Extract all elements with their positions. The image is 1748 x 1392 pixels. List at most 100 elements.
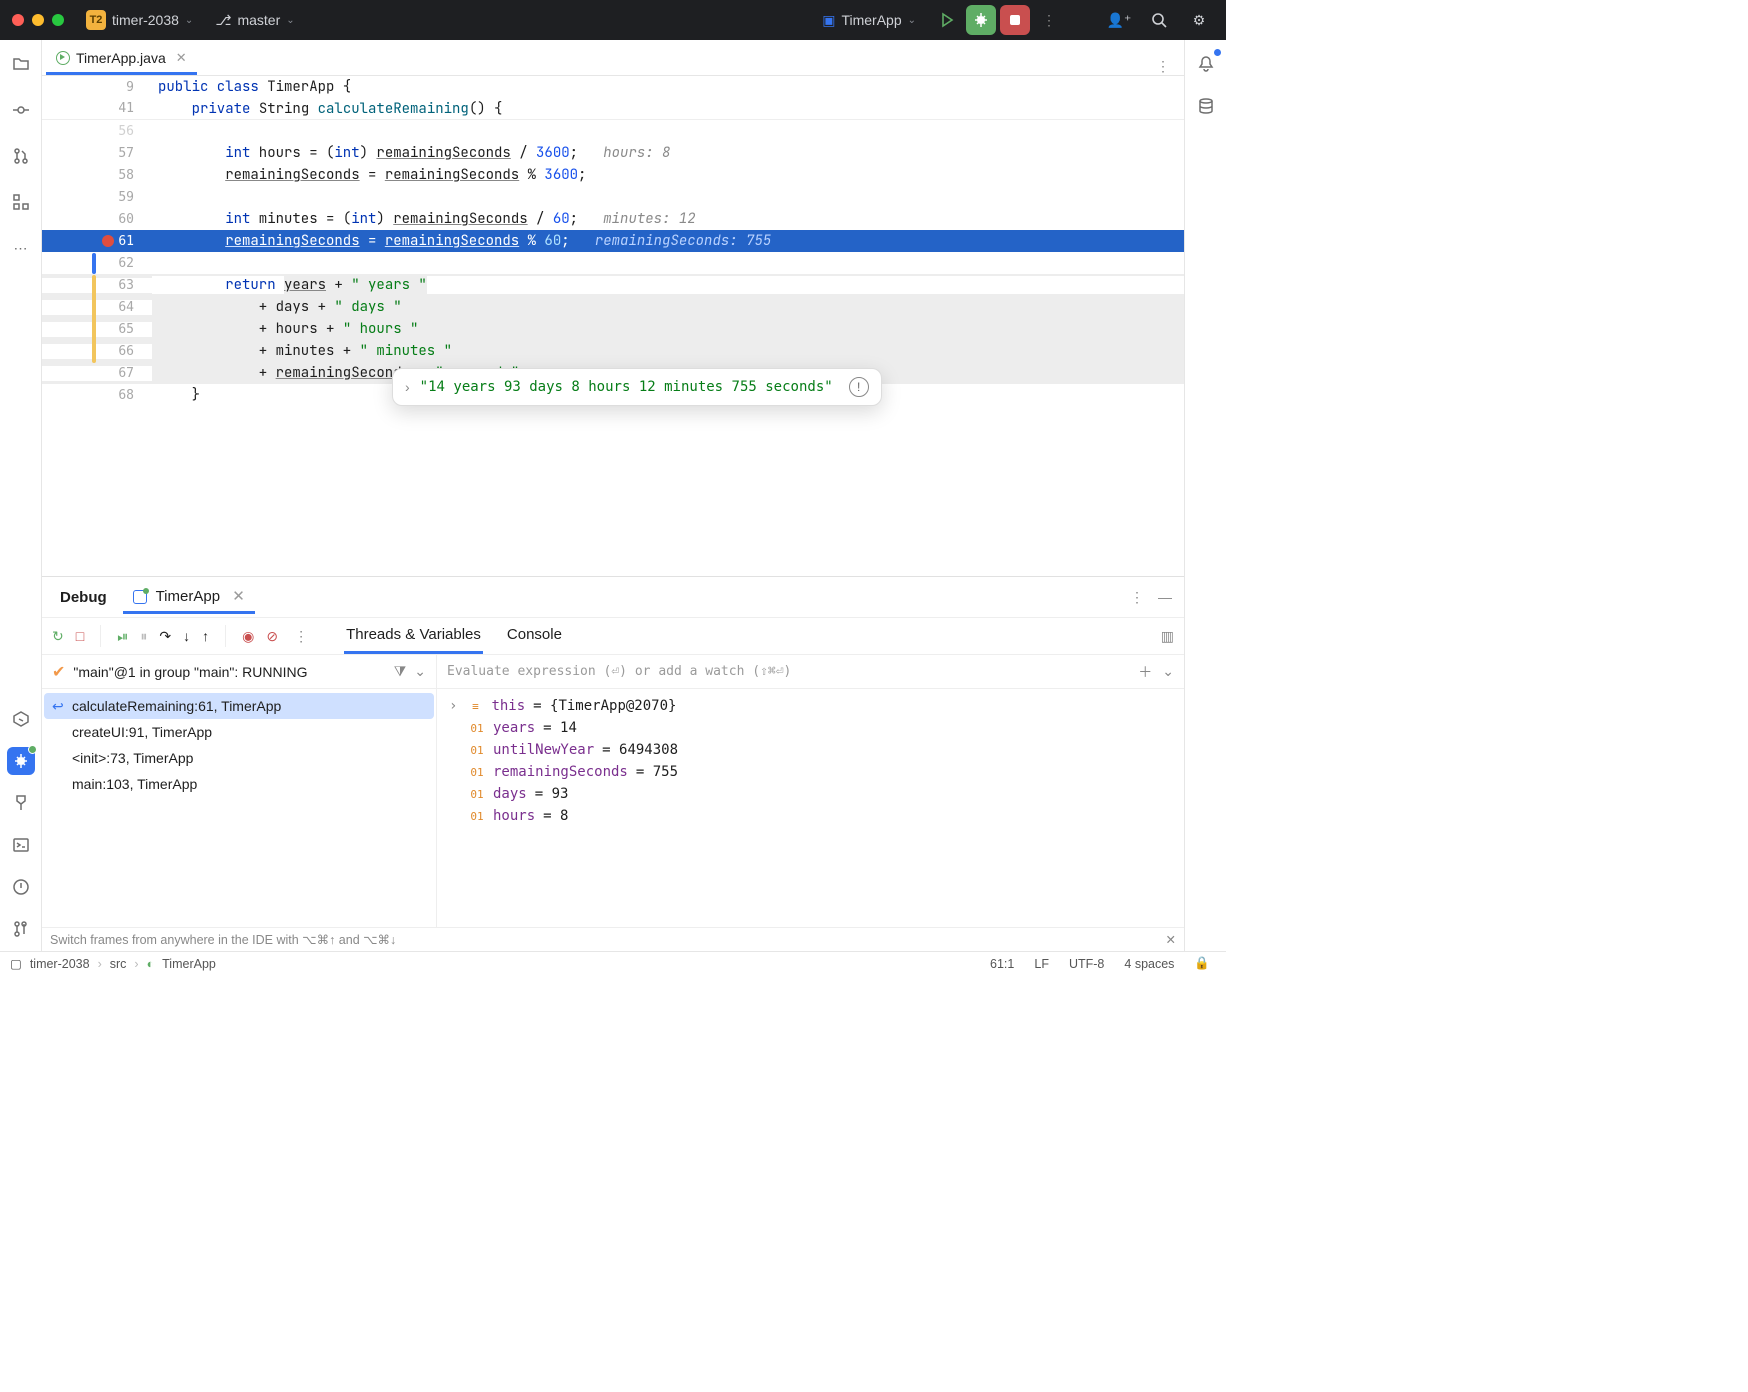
problems-icon[interactable]: [7, 873, 35, 901]
run-config-name: TimerApp: [841, 12, 901, 28]
thread-ok-icon: ✔: [52, 662, 65, 682]
evaluate-input[interactable]: Evaluate expression (⏎) or add a watch (…: [447, 664, 791, 679]
maximize-window-icon[interactable]: [52, 14, 64, 26]
search-icon[interactable]: [1144, 5, 1174, 35]
java-run-icon: [56, 51, 70, 65]
session-icon: [133, 590, 147, 604]
variable-row[interactable]: 01remainingSeconds = 755: [437, 761, 1184, 783]
code-with-me-icon[interactable]: 👤⁺: [1104, 5, 1134, 35]
step-out-icon[interactable]: ↑: [202, 628, 209, 644]
more-tools-icon[interactable]: ⋯: [7, 234, 35, 262]
thread-status: "main"@1 in group "main": RUNNING: [73, 664, 307, 680]
breadcrumb[interactable]: src: [110, 957, 127, 971]
run-config-icon: ▣: [822, 12, 835, 29]
frames-panel: ✔ "main"@1 in group "main": RUNNING ⧩ ⌄ …: [42, 655, 437, 927]
debug-button[interactable]: [966, 5, 996, 35]
file-tab[interactable]: TimerApp.java ✕: [46, 44, 197, 75]
breadcrumb[interactable]: TimerApp: [162, 957, 216, 971]
debug-tool-icon[interactable]: [7, 747, 35, 775]
services-icon[interactable]: [7, 705, 35, 733]
threads-tab[interactable]: Threads & Variables: [344, 618, 483, 654]
more-actions-icon[interactable]: ⋮: [1034, 5, 1064, 35]
minimize-panel-icon[interactable]: —: [1154, 585, 1176, 609]
run-button[interactable]: [932, 5, 962, 35]
step-into-icon[interactable]: ↓: [183, 628, 190, 644]
breadcrumb-icon: ▢: [10, 956, 22, 971]
readonly-icon[interactable]: 🔒: [1188, 956, 1216, 971]
panel-menu-icon[interactable]: ⋮: [1126, 585, 1148, 610]
close-tab-icon[interactable]: ✕: [176, 50, 187, 66]
chevron-down-icon: ⌄: [908, 15, 916, 26]
variables-panel: Evaluate expression (⏎) or add a watch (…: [437, 655, 1184, 927]
settings-icon[interactable]: ⚙: [1184, 5, 1214, 35]
debug-tool-window: Debug TimerApp ✕ ⋮ — ↻ □ ⏯ ⏸ ↷ ↓ ↑: [42, 576, 1184, 951]
breakpoint-icon[interactable]: [102, 235, 114, 247]
stop-icon[interactable]: □: [76, 628, 84, 644]
window-controls: [12, 14, 64, 26]
expand-icon[interactable]: ›: [405, 379, 410, 395]
tip-bar: Switch frames from anywhere in the IDE w…: [42, 927, 1184, 951]
filter-icon[interactable]: ⧩: [394, 663, 407, 680]
encoding[interactable]: UTF-8: [1063, 957, 1110, 971]
run-config-selector[interactable]: ▣ TimerApp ⌄: [816, 8, 922, 33]
pause-icon[interactable]: ⏸: [140, 628, 147, 645]
close-tip-icon[interactable]: ✕: [1166, 932, 1176, 947]
branch-icon: ⎇: [215, 12, 231, 29]
thread-chevron-icon[interactable]: ⌄: [414, 663, 426, 680]
tooltip-value: "14 years 93 days 8 hours 12 minutes 755…: [420, 379, 833, 395]
title-bar: T2 timer-2038 ⌄ ⎇ master ⌄ ▣ TimerApp ⌄ …: [0, 0, 1226, 40]
build-tool-icon[interactable]: [7, 789, 35, 817]
caret-position[interactable]: 61:1: [984, 957, 1020, 971]
pull-requests-icon[interactable]: [7, 142, 35, 170]
console-tab[interactable]: Console: [505, 618, 564, 654]
info-icon[interactable]: !: [849, 377, 869, 397]
view-breakpoints-icon[interactable]: ◉: [242, 628, 254, 645]
variable-row[interactable]: 01days = 93: [437, 783, 1184, 805]
line-ending[interactable]: LF: [1028, 957, 1055, 971]
commit-tool-icon[interactable]: [7, 96, 35, 124]
step-over-icon[interactable]: ↷: [159, 628, 171, 645]
status-bar: ▢ timer-2038› src› ◐ TimerApp 61:1 LF UT…: [0, 951, 1226, 975]
stack-frame[interactable]: calculateRemaining:61, TimerApp: [44, 693, 434, 719]
variable-row[interactable]: ›≡this = {TimerApp@2070}: [437, 695, 1184, 717]
structure-tool-icon[interactable]: [7, 188, 35, 216]
debug-session-tab[interactable]: TimerApp ✕: [123, 581, 255, 614]
editor-tabs: TimerApp.java ✕ ⋮: [42, 40, 1184, 76]
breadcrumb[interactable]: timer-2038: [30, 957, 90, 971]
mute-breakpoints-icon[interactable]: ⊘: [266, 628, 278, 645]
debug-more-icon[interactable]: ⋮: [294, 628, 308, 645]
notifications-icon[interactable]: [1192, 50, 1220, 78]
project-tool-icon[interactable]: [7, 50, 35, 78]
add-watch-icon[interactable]: ＋: [1138, 662, 1152, 682]
stack-frame[interactable]: createUI:91, TimerApp: [44, 719, 434, 745]
project-badge: T2: [86, 10, 106, 30]
database-tool-icon[interactable]: [1192, 92, 1220, 120]
right-tool-rail: [1184, 40, 1226, 951]
variable-row[interactable]: 01hours = 8: [437, 805, 1184, 827]
vcs-branch[interactable]: ⎇ master ⌄: [209, 8, 300, 33]
resume-icon[interactable]: ⏯: [117, 628, 128, 645]
terminal-icon[interactable]: [7, 831, 35, 859]
stack-frame[interactable]: <init>:73, TimerApp: [44, 745, 434, 771]
expand-icon[interactable]: ›: [449, 698, 457, 714]
close-session-icon[interactable]: ✕: [232, 588, 245, 605]
indent[interactable]: 4 spaces: [1118, 957, 1180, 971]
debug-title: Debug: [50, 583, 117, 612]
stop-button[interactable]: [1000, 5, 1030, 35]
chevron-down-icon: ⌄: [286, 15, 294, 26]
tab-menu-icon[interactable]: ⋮: [1146, 58, 1180, 75]
vars-chevron-icon[interactable]: ⌄: [1162, 663, 1174, 680]
project-selector[interactable]: T2 timer-2038 ⌄: [80, 6, 199, 34]
branch-name: master: [237, 12, 280, 28]
variable-row[interactable]: 01untilNewYear = 6494308: [437, 739, 1184, 761]
minimize-window-icon[interactable]: [32, 14, 44, 26]
layout-icon[interactable]: ▥: [1161, 628, 1174, 645]
close-window-icon[interactable]: [12, 14, 24, 26]
code-editor[interactable]: ✓ 9 public class TimerApp { 41 private S…: [42, 76, 1184, 576]
variable-row[interactable]: 01years = 14: [437, 717, 1184, 739]
current-execution-line: 61 remainingSeconds = remainingSeconds %…: [42, 230, 1184, 252]
vcs-tool-icon[interactable]: [7, 915, 35, 943]
stack-frame[interactable]: main:103, TimerApp: [44, 771, 434, 797]
left-tool-rail: ⋯: [0, 40, 42, 951]
rerun-icon[interactable]: ↻: [52, 628, 64, 645]
